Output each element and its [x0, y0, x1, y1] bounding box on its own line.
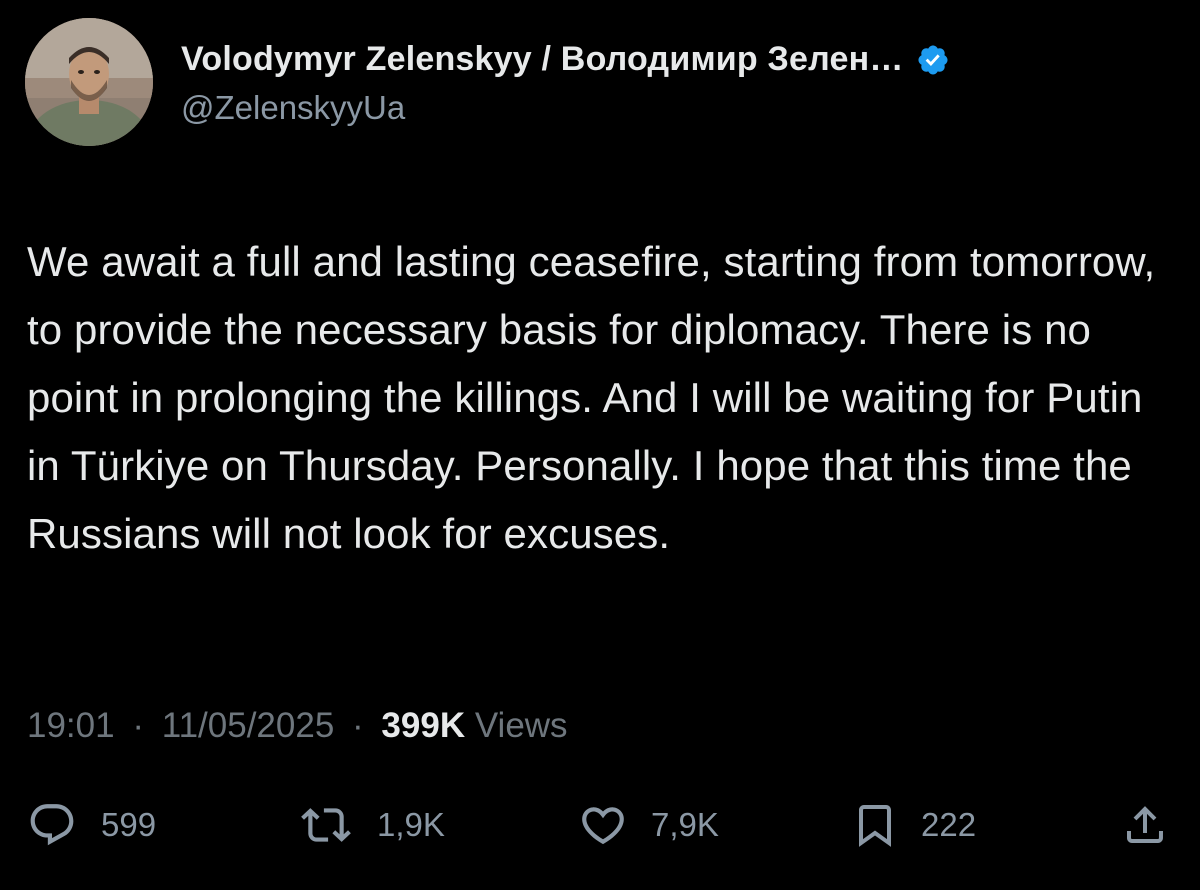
reply-count: 599	[101, 806, 157, 843]
reply-button[interactable]: 599	[25, 800, 156, 850]
like-button[interactable]: 7,9K	[577, 800, 719, 850]
author-handle[interactable]: @ZelenskyyUa	[181, 89, 1160, 127]
heart-icon	[582, 807, 624, 845]
tweet-card: Volodymyr Zelenskyy / Володимир Зелен… @…	[0, 0, 1200, 890]
verified-badge-icon	[916, 43, 950, 77]
avatar-image	[25, 18, 153, 146]
name-row: Volodymyr Zelenskyy / Володимир Зелен…	[181, 40, 1160, 79]
bookmark-count: 222	[921, 806, 977, 843]
like-count: 7,9K	[651, 806, 719, 843]
retweet-button[interactable]: 1,9K	[297, 800, 445, 850]
author-info: Volodymyr Zelenskyy / Володимир Зелен… @…	[181, 40, 1160, 127]
bookmark-icon	[859, 805, 891, 847]
bookmark-button[interactable]: 222	[851, 800, 976, 850]
avatar[interactable]	[25, 18, 153, 146]
views-count[interactable]: 399K	[381, 706, 465, 745]
tweet-meta: 19:01 · 11/05/2025 · 399K Views	[27, 706, 568, 746]
meta-separator: ·	[352, 706, 364, 745]
author-display-name[interactable]: Volodymyr Zelenskyy / Володимир Зелен…	[181, 40, 904, 79]
tweet-time[interactable]: 19:01	[27, 706, 115, 745]
retweet-count: 1,9K	[377, 806, 445, 843]
views-label: Views	[474, 706, 568, 745]
share-button[interactable]	[1121, 800, 1169, 850]
tweet-text: We await a full and lasting ceasefire, s…	[27, 238, 1156, 557]
meta-separator: ·	[132, 706, 144, 745]
reply-icon	[30, 804, 74, 846]
action-bar: 599 1,9K 7,9K 222	[25, 800, 1175, 850]
tweet-date[interactable]: 11/05/2025	[162, 706, 335, 745]
retweet-icon	[301, 808, 351, 842]
tweet-header: Volodymyr Zelenskyy / Володимир Зелен… @…	[25, 18, 1160, 158]
share-icon	[1127, 806, 1163, 843]
